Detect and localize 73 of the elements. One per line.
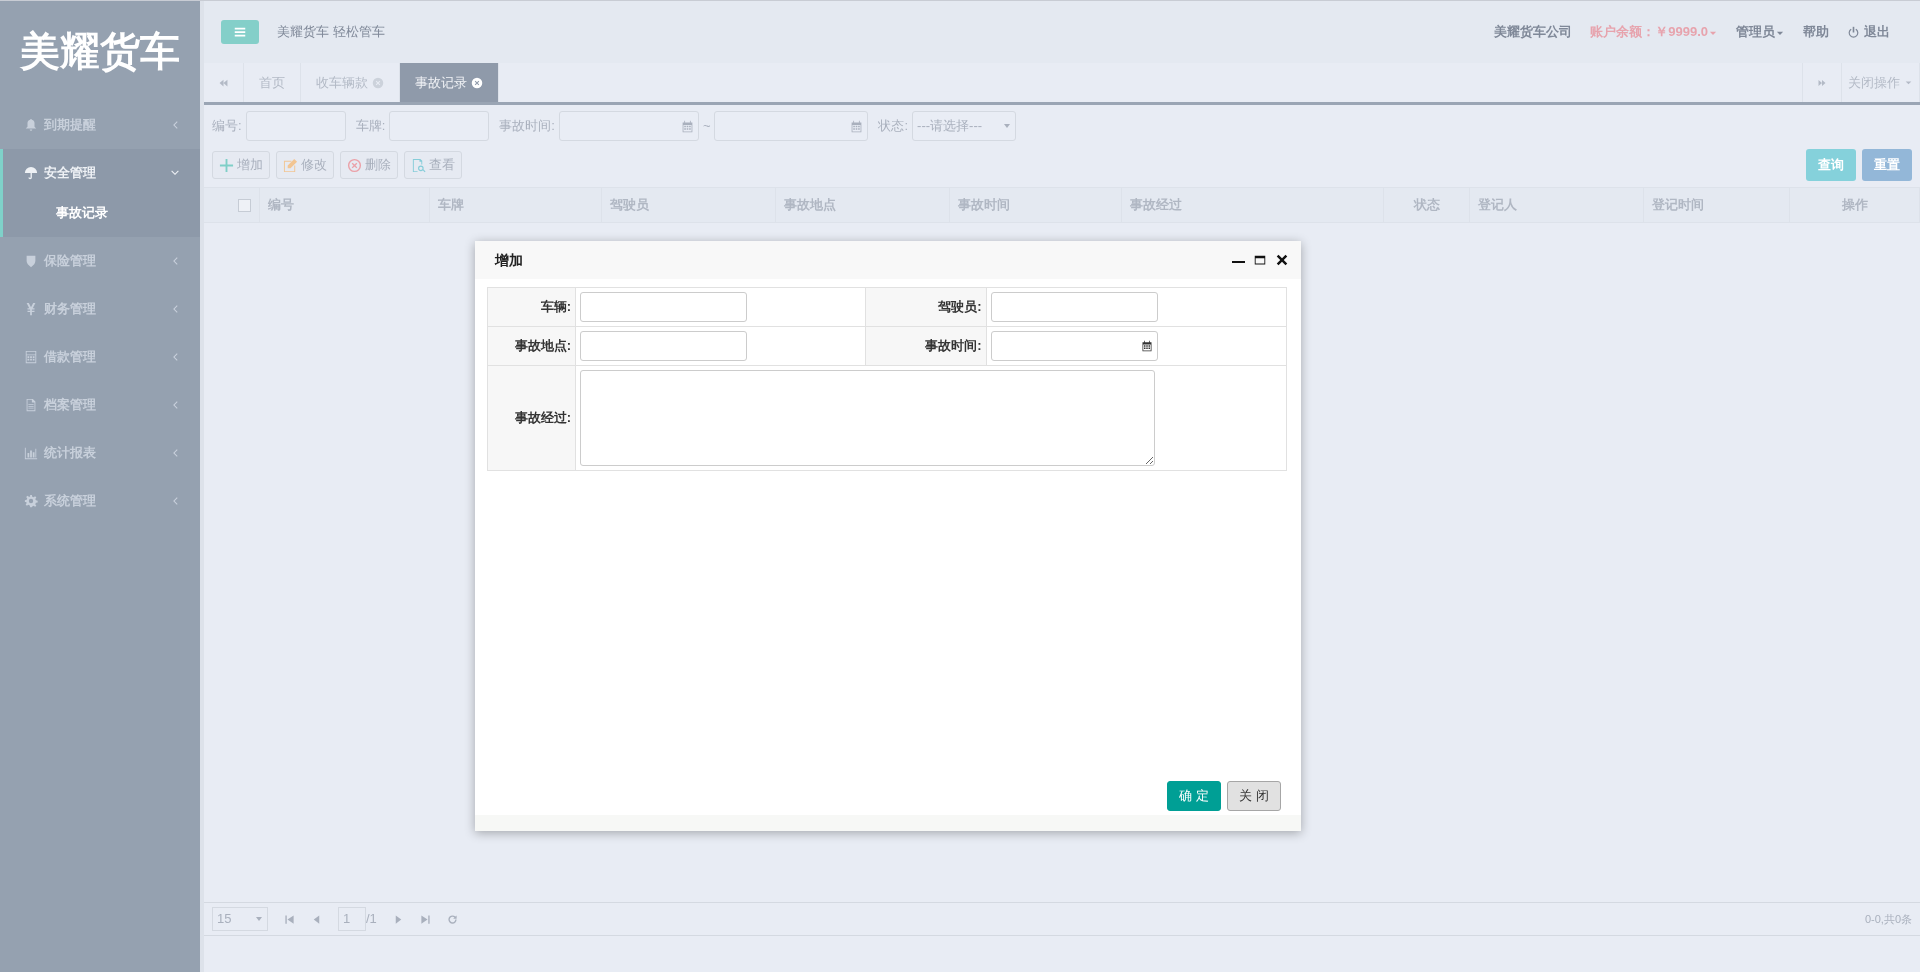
filter-label: 状态: [878, 117, 909, 136]
user-dropdown[interactable]: 管理员 [1736, 22, 1785, 42]
filter-label: 编号: [212, 117, 242, 136]
filter-label: 事故时间: [499, 117, 555, 136]
calendar-icon [850, 119, 864, 133]
field-label: 事故经过: [514, 410, 572, 426]
document-icon [24, 397, 38, 412]
toolbar-button[interactable]: 增加 [212, 151, 270, 179]
menu-icon [233, 25, 247, 39]
minimize-icon [1232, 261, 1245, 263]
minimize-button[interactable] [1232, 261, 1245, 263]
page-input[interactable]: 1 [338, 907, 366, 931]
scroll-right-button[interactable] [1802, 63, 1842, 102]
bell-icon [24, 118, 38, 132]
caret-icon [1904, 78, 1913, 87]
calculator-icon [24, 349, 38, 364]
yen-icon [24, 301, 38, 316]
status-select[interactable]: ---请选择--- [912, 111, 1017, 141]
text-field[interactable] [990, 292, 1158, 322]
toolbar-button[interactable]: 删除 [340, 151, 398, 179]
reset-button[interactable]: 重置 [1862, 149, 1912, 181]
description-textarea[interactable] [580, 370, 1156, 466]
delete-icon [347, 157, 362, 173]
page-count: /1 [366, 910, 377, 929]
tab[interactable]: 事故记录 [400, 63, 499, 102]
text-field[interactable] [580, 292, 748, 322]
page-size-select[interactable]: 15 [212, 907, 268, 931]
plus-icon [219, 157, 234, 173]
menu-button[interactable] [221, 20, 259, 44]
filter-label: 车牌: [355, 117, 386, 136]
calendar-icon [680, 119, 694, 133]
text-field[interactable] [580, 331, 748, 361]
window-button[interactable] [1275, 253, 1289, 267]
app-logo: 美耀货车 [19, 28, 181, 75]
date-field[interactable] [990, 331, 1158, 361]
sidebar-subitem[interactable]: 事故记录 [0, 197, 200, 237]
close-icon [1275, 253, 1289, 267]
calendar-icon [1140, 340, 1153, 352]
field-label: 车辆: [540, 299, 572, 315]
select-all-checkbox[interactable] [238, 198, 251, 212]
umbrella-icon [24, 166, 38, 180]
field-label: 事故时间: [925, 338, 982, 354]
power-icon [1847, 25, 1860, 39]
last-page-icon [419, 914, 431, 926]
date-field[interactable] [558, 111, 699, 141]
search-button[interactable]: 查询 [1806, 149, 1856, 181]
toolbar-button[interactable]: 查看 [404, 151, 462, 179]
shield-icon [24, 253, 38, 268]
caret-icon [1003, 122, 1012, 130]
refresh-icon [446, 914, 458, 926]
sidebar-item[interactable]: 安全管理 [0, 149, 200, 197]
range-separator: ~ [702, 117, 711, 136]
caret-icon [255, 915, 263, 923]
field-label: 事故地点: [514, 338, 572, 354]
date-field[interactable] [714, 111, 869, 141]
help-link[interactable]: 帮助 [1803, 22, 1829, 42]
company-name: 美耀货车公司 [1494, 23, 1573, 42]
logout-link[interactable]: 退出 [1847, 22, 1890, 42]
gear-icon [24, 493, 38, 508]
balance-dropdown[interactable]: 账户余额：￥9999.0 [1590, 22, 1718, 42]
app-slogan: 美耀货车 轻松管车 [277, 23, 385, 42]
close-button[interactable]: 关 闭 [1227, 781, 1281, 811]
maximize-icon [1253, 253, 1267, 267]
prev-page-icon [311, 914, 322, 926]
window-button[interactable] [1253, 253, 1267, 267]
confirm-button[interactable]: 确 定 [1167, 781, 1221, 811]
edit-icon [283, 157, 298, 173]
field-label: 驾驶员: [938, 299, 982, 315]
magnifier-document-icon [411, 157, 426, 173]
toolbar-button[interactable]: 修改 [276, 151, 334, 179]
dialog-title: 增加 [495, 250, 524, 270]
bar-chart-icon [24, 445, 38, 460]
first-page-icon [284, 914, 295, 926]
